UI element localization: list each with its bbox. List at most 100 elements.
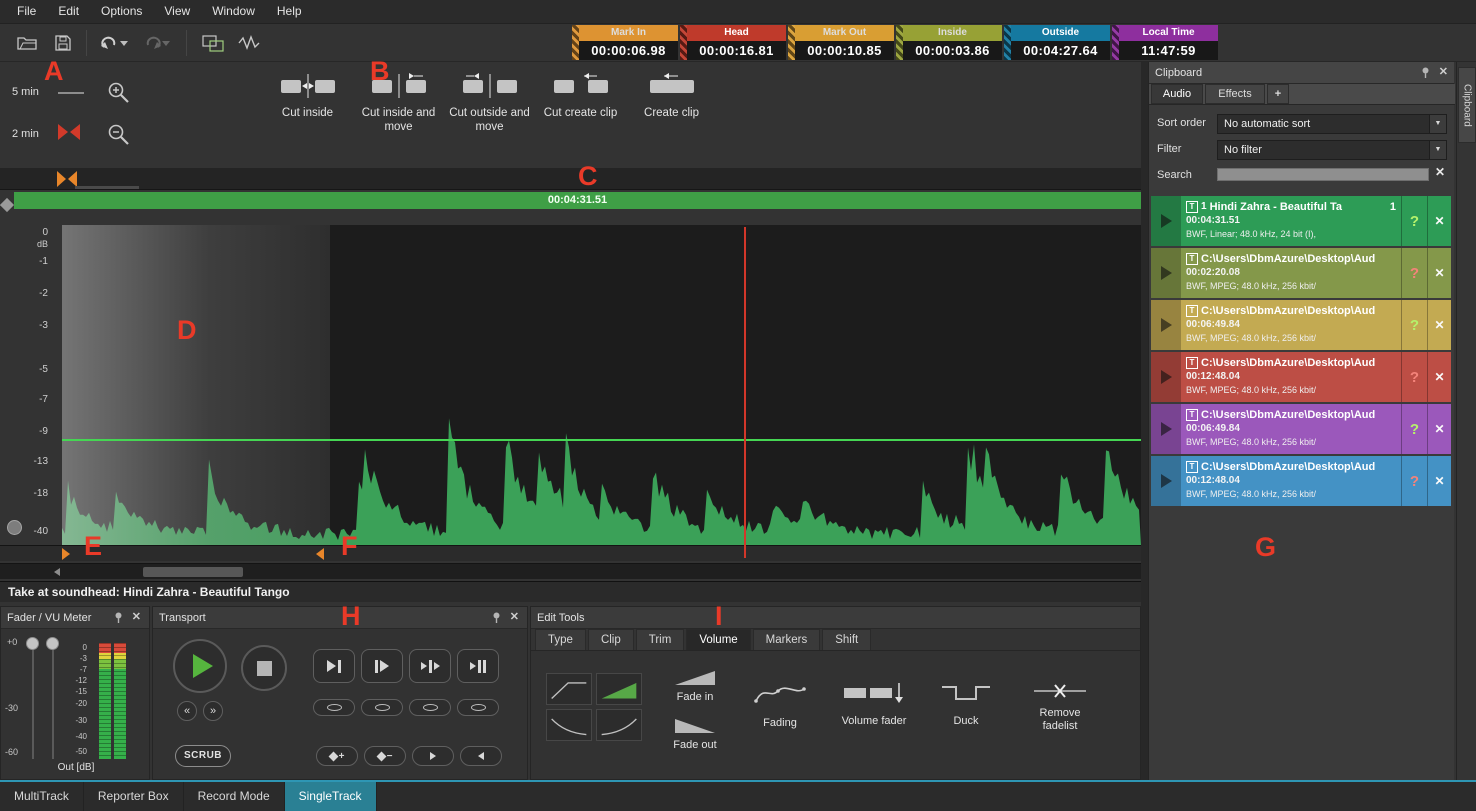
clipboard-side-tab[interactable]: Clipboard [1458,67,1476,143]
menu-edit[interactable]: Edit [47,0,90,23]
prelisten-play-button[interactable] [1151,456,1181,506]
duck-button[interactable]: Duck [931,681,1001,728]
mark-range-icon[interactable] [58,124,80,140]
undo-dropdown-icon[interactable] [118,30,130,56]
open-folder-icon[interactable] [14,30,40,56]
selection-region[interactable] [62,225,330,545]
fade-shape-selected-button[interactable] [596,673,642,705]
save-icon[interactable] [50,30,76,56]
prelisten-play-button[interactable] [1151,196,1181,246]
take-duration-bar[interactable]: 00:04:31.51 [14,192,1141,209]
loop-over-mark-button[interactable] [409,699,451,716]
playhead-cursor[interactable] [744,227,746,558]
fader-knob-icon[interactable] [7,520,22,535]
tab-reporter-box[interactable]: Reporter Box [84,782,184,811]
create-clip-button[interactable]: Create clip [626,70,717,162]
menu-file[interactable]: File [6,0,47,23]
waveform-display[interactable] [62,225,1141,545]
clipboard-item[interactable]: T C:\Users\DbmAzure\Desktop\Aud 00:12:48… [1151,456,1451,506]
clipboard-item[interactable]: T C:\Users\DbmAzure\Desktop\Aud 00:06:49… [1151,404,1451,454]
remove-item-icon[interactable]: ✕ [1427,248,1451,298]
clear-search-icon[interactable]: ✕ [1435,165,1445,179]
tab-trim[interactable]: Trim [636,629,685,650]
tab-effects[interactable]: Effects [1205,84,1265,104]
clipboard-item[interactable]: T C:\Users\DbmAzure\Desktop\Aud 00:12:48… [1151,352,1451,402]
fade-shape-curve-in-button[interactable] [596,709,642,741]
menu-view[interactable]: View [153,0,201,23]
clipboard-item[interactable]: T 1 Hindi Zahra - Beautiful Ta 1 00:04:3… [1151,196,1451,246]
tab-shift[interactable]: Shift [822,629,871,650]
skip-back-button[interactable]: « [177,701,197,721]
prelisten-icon[interactable]: ? [1401,352,1427,402]
tab-audio[interactable]: Audio [1151,84,1203,104]
fade-out-button[interactable]: Fade out [653,715,737,752]
clipboard-item[interactable]: T C:\Users\DbmAzure\Desktop\Aud 00:06:49… [1151,300,1451,350]
stop-button[interactable] [241,645,287,691]
prelisten-icon[interactable]: ? [1401,456,1427,506]
tab-singletrack[interactable]: SingleTrack [285,782,377,811]
close-icon[interactable]: ✕ [510,611,519,624]
fader-track-left[interactable] [32,649,34,759]
fade-in-button[interactable]: Fade in [653,667,737,704]
zoom-in-icon[interactable] [106,80,132,106]
prelisten-icon[interactable]: ? [1401,248,1427,298]
tab-record-mode[interactable]: Record Mode [184,782,285,811]
play-over-mark-button[interactable] [409,649,451,683]
volume-fader-button[interactable]: Volume fader [829,681,919,728]
fade-shape-curve-out-button[interactable] [546,709,592,741]
zoom-out-icon[interactable] [106,122,132,148]
waveform-scrollbar[interactable] [0,563,1141,579]
cut-create-clip-button[interactable]: Cut create clip [535,70,626,162]
redo-dropdown-icon[interactable] [160,30,172,56]
menu-window[interactable]: Window [201,0,266,23]
close-icon[interactable]: ✕ [132,611,141,624]
tab-volume[interactable]: Volume [686,629,750,650]
ruler-scroll-thumb[interactable] [75,186,139,189]
fade-shape-linear-in-button[interactable] [546,673,592,705]
cut-inside-button[interactable]: Cut inside [262,70,353,162]
prelisten-play-button[interactable] [1151,248,1181,298]
pin-icon[interactable] [492,612,501,624]
tab-markers[interactable]: Markers [753,629,821,650]
waveform-tool-icon[interactable] [236,30,262,56]
panel-divider[interactable] [1141,62,1148,780]
loop-to-mark-button[interactable] [313,699,355,716]
scrollbar-thumb[interactable] [143,567,243,577]
time-ruler[interactable] [0,168,1141,190]
scrub-button[interactable]: SCRUB [175,745,231,767]
play-to-mark-button[interactable] [313,649,355,683]
remove-item-icon[interactable]: ✕ [1427,352,1451,402]
tab-multitrack[interactable]: MultiTrack [0,782,84,811]
add-marker-button[interactable]: + [316,746,358,766]
fader-knob-left[interactable] [26,637,39,650]
mark-in-handle-icon[interactable] [62,548,70,560]
remove-fadelist-button[interactable]: Remove fadelist [1017,681,1103,733]
prelisten-play-button[interactable] [1151,300,1181,350]
zoom-preset-5min[interactable]: 5 min [12,86,39,98]
previous-marker-button[interactable] [460,746,502,766]
fader-track-right[interactable] [52,649,54,759]
timeline-diamond-icon[interactable] [0,198,14,212]
remove-marker-button[interactable]: − [364,746,406,766]
skip-forward-button[interactable]: » [203,701,223,721]
play-selection-button[interactable] [457,649,499,683]
sort-order-dropdown[interactable]: No automatic sort ▼ [1217,114,1447,134]
clipboard-item[interactable]: T C:\Users\DbmAzure\Desktop\Aud 00:02:20… [1151,248,1451,298]
scroll-left-arrow-icon[interactable] [54,568,60,576]
next-marker-button[interactable] [412,746,454,766]
remove-item-icon[interactable]: ✕ [1427,300,1451,350]
loop-selection-button[interactable] [457,699,499,716]
cut-outside-move-button[interactable]: Cut outside and move [444,70,535,162]
cut-inside-move-button[interactable]: Cut inside and move [353,70,444,162]
prelisten-icon[interactable]: ? [1401,300,1427,350]
insert-take-icon[interactable] [200,30,226,56]
close-icon[interactable]: ✕ [1439,66,1448,79]
filter-dropdown[interactable]: No filter ▼ [1217,140,1447,160]
tab-clip[interactable]: Clip [588,629,634,650]
tab-type[interactable]: Type [535,629,586,650]
soundhead-marker-icon[interactable] [57,171,77,187]
zoom-preset-2min[interactable]: 2 min [12,128,39,140]
pin-icon[interactable] [114,612,123,624]
fader-knob-right[interactable] [46,637,59,650]
mark-out-handle-icon[interactable] [316,548,324,560]
